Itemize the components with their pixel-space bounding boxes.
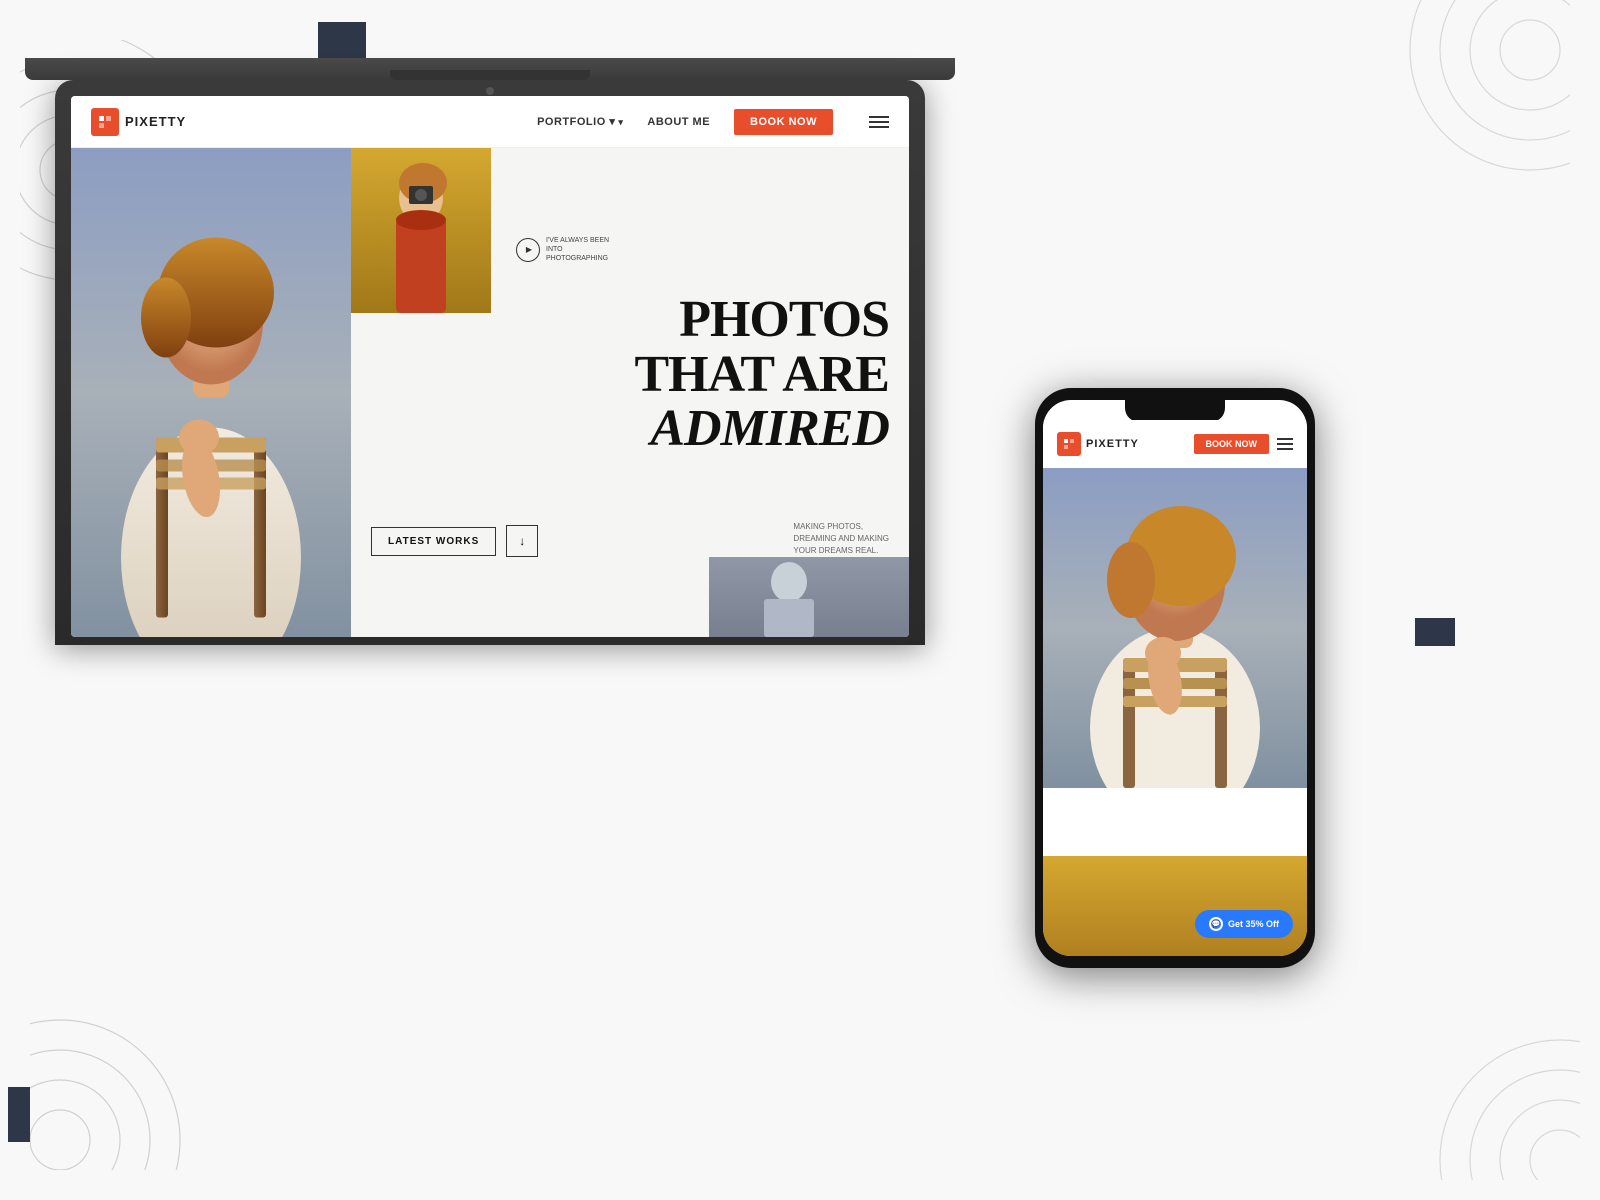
play-text: I'VE ALWAYS BEEN INTO PHOTOGRAPHING (546, 236, 626, 263)
play-button[interactable] (516, 238, 540, 262)
logo-icon (91, 108, 119, 136)
nav-links: PORTFOLIO ▾ ABOUT ME BOOK NOW (537, 109, 889, 135)
hero-secondary-photo (351, 148, 491, 313)
book-now-button[interactable]: BOOK NOW (734, 109, 833, 135)
deco-circles-top-right (1290, 0, 1570, 280)
deco-circles-bottom-left (30, 940, 260, 1170)
site-navigation: PIXETTY PORTFOLIO ▾ ABOUT ME BOOK NOW (71, 96, 909, 148)
deco-square-top (318, 22, 366, 62)
hero-subtext: MAKING PHOTOS, DREAMING AND MAKING YOUR … (793, 521, 889, 557)
hero-play-section: I'VE ALWAYS BEEN INTO PHOTOGRAPHING (516, 236, 626, 263)
logo-text: PIXETTY (125, 114, 186, 129)
phone-logo-icon (1057, 432, 1081, 456)
latest-works-button[interactable]: LATEST WORKS (371, 527, 496, 556)
hamburger-menu-icon[interactable] (869, 116, 889, 128)
phone-screen: PIXETTY BOOK NOW (1043, 400, 1307, 956)
offer-badge[interactable]: 💬 Get 35% Off (1195, 910, 1293, 938)
offer-icon: 💬 (1209, 917, 1223, 931)
nav-about[interactable]: ABOUT ME (647, 116, 710, 128)
scroll-down-button[interactable]: ↓ (506, 525, 538, 557)
headline-text: PHOTOS THAT ARE ADMIRED (371, 293, 889, 457)
hero-cta: LATEST WORKS ↓ (371, 525, 538, 557)
phone-notch (1125, 400, 1225, 422)
phone-navigation: PIXETTY BOOK NOW (1043, 420, 1307, 468)
phone-bottom-photo (1043, 856, 1307, 956)
laptop-frame: PIXETTY PORTFOLIO ▾ ABOUT ME BOOK NOW (55, 80, 925, 645)
laptop-webcam (486, 87, 494, 95)
laptop-screen: PIXETTY PORTFOLIO ▾ ABOUT ME BOOK NOW (71, 96, 909, 637)
hero-right-panel: I'VE ALWAYS BEEN INTO PHOTOGRAPHING PHOT… (351, 148, 909, 637)
hero-headline: PHOTOS THAT ARE ADMIRED (351, 293, 909, 457)
deco-square-left (8, 1087, 30, 1142)
hero-bottom-photo (709, 557, 909, 637)
deco-square-mid-right (1415, 618, 1455, 646)
site-logo: PIXETTY (91, 108, 186, 136)
offer-text: Get 35% Off (1228, 919, 1279, 929)
subtext-line3: YOUR DREAMS REAL. (793, 545, 889, 557)
nav-portfolio[interactable]: PORTFOLIO ▾ (537, 115, 623, 128)
phone-hero-photo (1043, 468, 1307, 788)
phone-hamburger-icon[interactable] (1277, 438, 1293, 450)
hero-section: I'VE ALWAYS BEEN INTO PHOTOGRAPHING PHOT… (71, 148, 909, 637)
deco-circles-bottom-right (1380, 980, 1580, 1180)
hero-main-photo (71, 148, 351, 637)
subtext-line1: MAKING PHOTOS, (793, 521, 889, 533)
phone-logo-text: PIXETTY (1086, 438, 1139, 450)
subtext-line2: DREAMING AND MAKING (793, 533, 889, 545)
phone-book-button[interactable]: BOOK NOW (1194, 434, 1270, 454)
laptop-base (25, 58, 955, 80)
phone-frame: PIXETTY BOOK NOW (1035, 388, 1315, 968)
